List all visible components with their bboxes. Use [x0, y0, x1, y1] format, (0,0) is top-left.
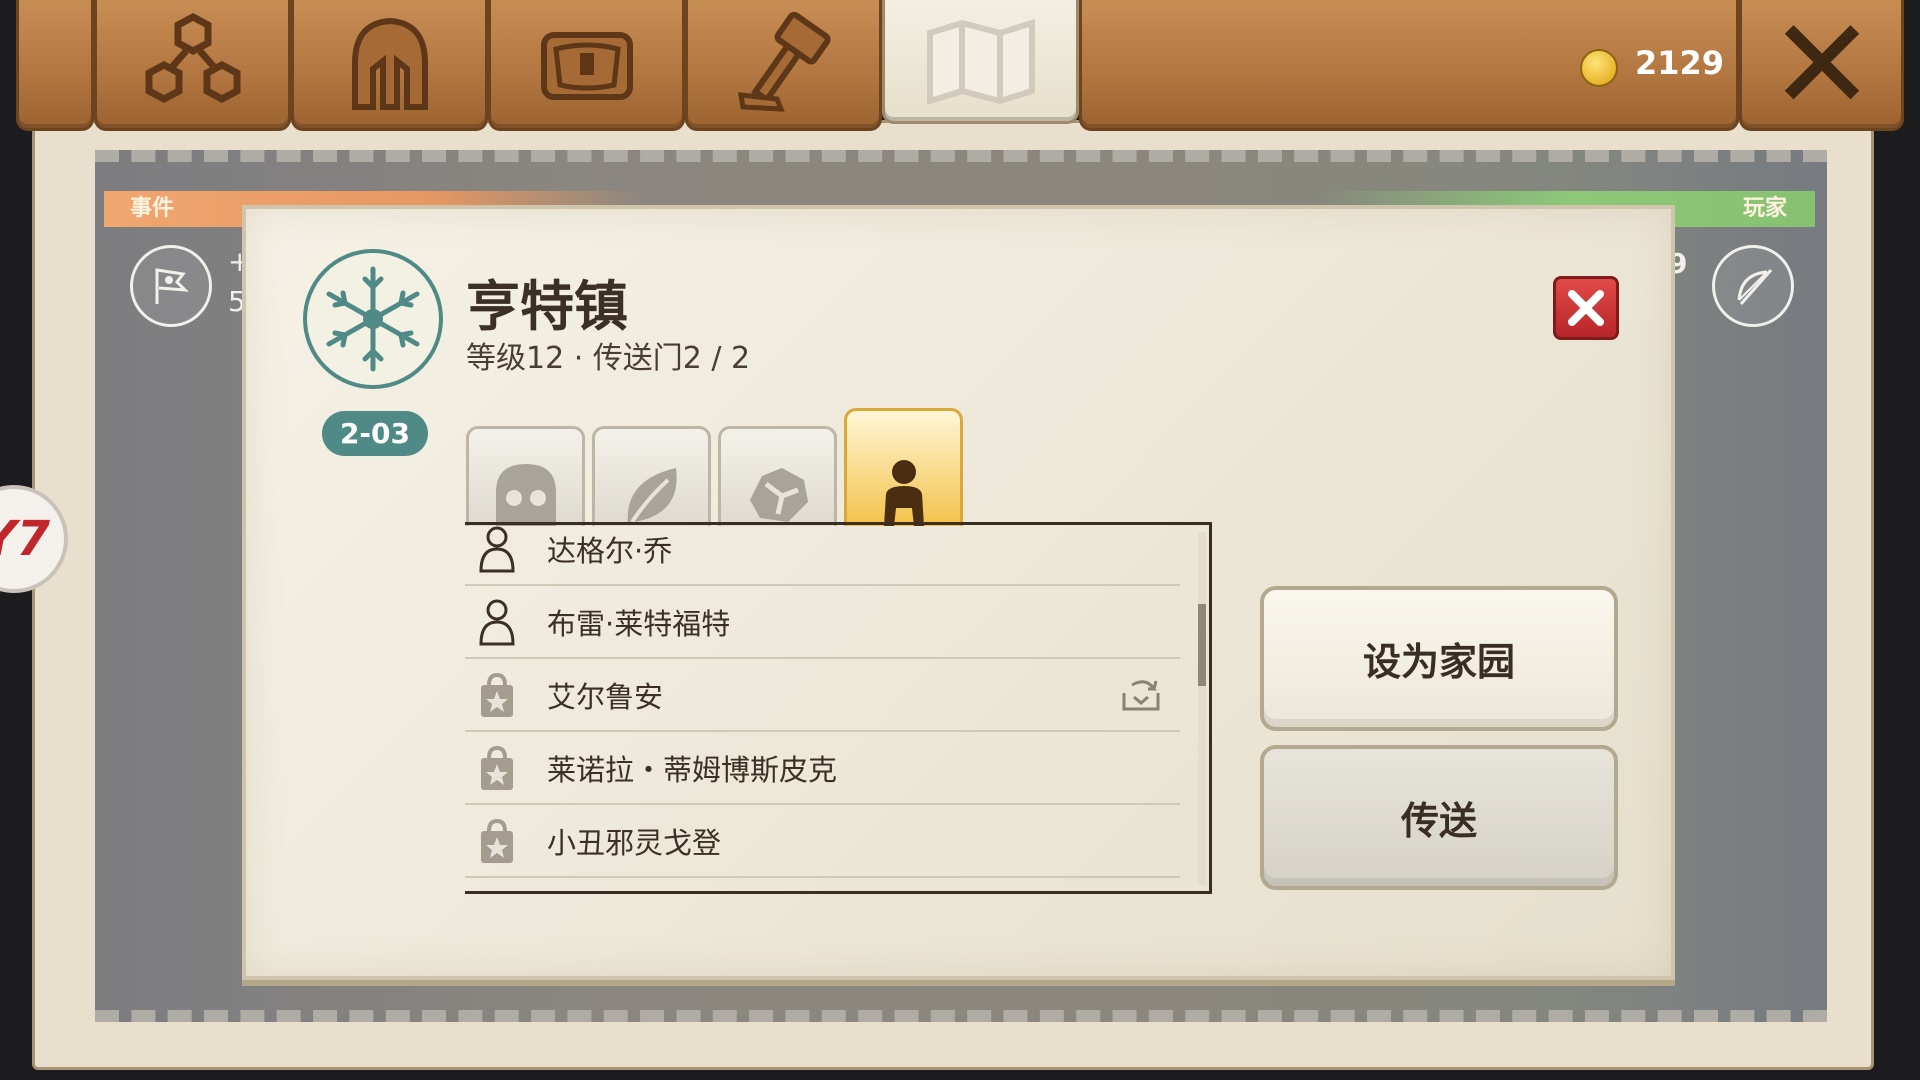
tab-crafting[interactable]: [685, 0, 882, 131]
player-label: 玩家: [1742, 196, 1787, 221]
list-item-label: 布雷·莱特福特: [547, 606, 731, 641]
list-item[interactable]: 布雷·莱特福特: [465, 586, 1180, 659]
list-item-label: 艾尔鲁安: [547, 679, 664, 714]
shop-bag-icon: [475, 670, 519, 720]
helmet-icon: [351, 17, 428, 110]
list-item[interactable]: 艾尔鲁安: [465, 659, 1180, 732]
tab-map[interactable]: [882, 0, 1079, 124]
tab-heroes[interactable]: [291, 0, 488, 131]
tab-resources[interactable]: [592, 426, 711, 526]
rock-icon: [749, 468, 808, 522]
hexagon-cluster-icon: [145, 12, 240, 103]
zone-code-badge: 2-03: [322, 411, 428, 456]
person-icon: [883, 460, 924, 526]
chest-icon: [540, 31, 633, 100]
tab-inventory[interactable]: [488, 0, 685, 131]
snowflake-emblem-icon: [303, 249, 443, 389]
map-icon: [926, 18, 1035, 106]
bow-icon[interactable]: [1712, 245, 1794, 327]
top-bar-left-cap: [16, 0, 94, 131]
tab-monsters[interactable]: [466, 426, 585, 526]
event-label: 事件: [130, 196, 175, 221]
list-item[interactable]: 达格尔·乔: [465, 525, 1180, 586]
close-x-icon: [1784, 24, 1859, 99]
close-button[interactable]: [1739, 0, 1904, 131]
leaf-icon: [627, 468, 677, 524]
list-item-label: 莱诺拉・蒂姆博斯皮克: [547, 752, 838, 787]
red-close-icon: [1568, 290, 1604, 326]
list-scroll-thumb[interactable]: [1198, 604, 1206, 686]
player-outline-icon: [475, 597, 519, 647]
player-outline-icon: [475, 525, 519, 574]
town-title: 亨特镇: [466, 275, 628, 338]
town-subtitle: 等级12 · 传送门2 / 2: [466, 341, 751, 376]
set-home-button[interactable]: 设为家园: [1260, 586, 1618, 731]
trade-icon[interactable]: [1118, 675, 1164, 719]
list-item-label: 达格尔·乔: [547, 533, 673, 568]
teleport-button[interactable]: 传送: [1260, 745, 1618, 890]
left-badge-text: Y7: [0, 511, 50, 567]
tab-npcs[interactable]: [844, 408, 963, 526]
list-item-label: 小丑邪灵戈登: [547, 825, 722, 860]
gold-coin-icon: [1580, 49, 1618, 87]
dialog-close-button[interactable]: [1553, 276, 1619, 340]
currency-amount: 2129: [1635, 44, 1725, 82]
list-item[interactable]: 莱诺拉・蒂姆博斯皮克: [465, 732, 1180, 805]
tab-minerals[interactable]: [718, 426, 837, 526]
list-item[interactable]: 小丑邪灵戈登: [465, 805, 1180, 878]
shop-bag-icon: [475, 816, 519, 866]
skull-icon: [495, 464, 556, 526]
skull-flag-icon[interactable]: [130, 245, 212, 327]
list-scrollbar[interactable]: [1198, 532, 1206, 885]
hammer-icon: [737, 11, 831, 112]
shop-bag-icon: [475, 743, 519, 793]
tab-team[interactable]: [94, 0, 291, 131]
npc-list[interactable]: 达格尔·乔 布雷·莱特福特 艾尔鲁安 莱诺拉・蒂姆博斯皮克 小丑邪灵戈登: [465, 522, 1212, 894]
